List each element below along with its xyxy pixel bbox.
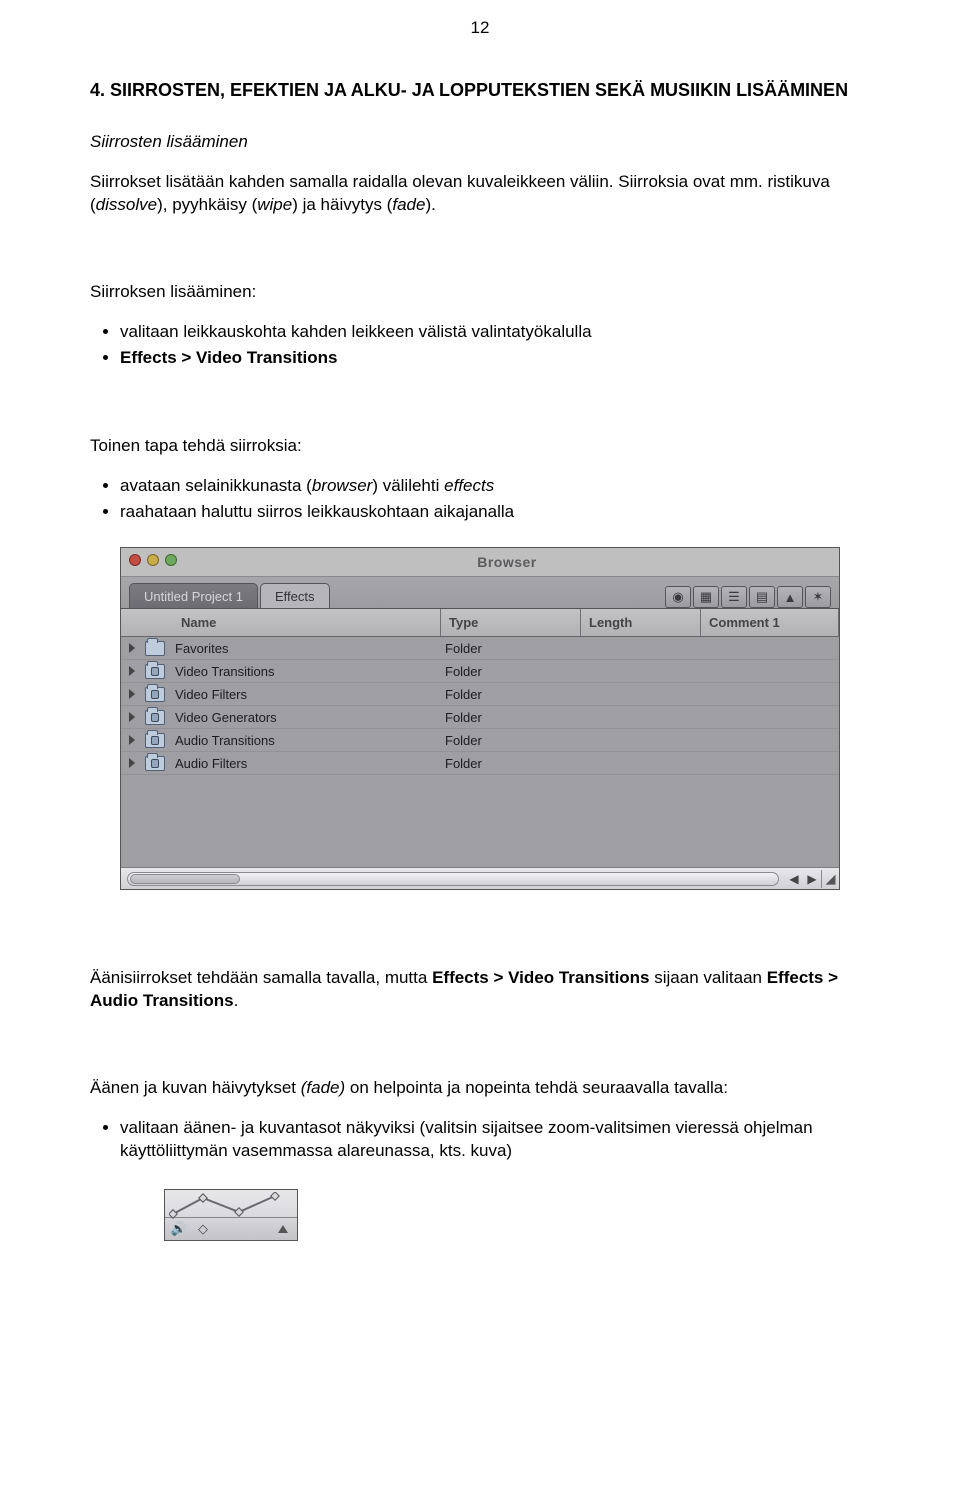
list-item: avataan selainikkunasta (browser) välile…	[120, 475, 870, 498]
row-name: Video Generators	[175, 710, 445, 725]
row-name: Audio Transitions	[175, 733, 445, 748]
subheading-3: Toinen tapa tehdä siirroksia:	[90, 435, 870, 458]
folder-icon	[145, 687, 165, 702]
lock-icon	[151, 759, 159, 768]
list-item: raahataan haluttu siirros leikkauskohtaa…	[120, 501, 870, 524]
column-comment[interactable]: Comment 1	[701, 609, 839, 636]
paragraph-fade: Äänen ja kuvan häivytykset (fade) on hel…	[90, 1077, 870, 1100]
page-number: 12	[471, 18, 490, 38]
row-type: Folder	[445, 641, 585, 656]
titlebar: Browser	[121, 548, 839, 577]
disclosure-icon[interactable]	[129, 643, 135, 653]
table-row[interactable]: Audio FiltersFolder	[121, 752, 839, 775]
grid-icon[interactable]: ▦	[693, 586, 719, 608]
list-item: valitaan leikkauskohta kahden leikkeen v…	[120, 321, 870, 344]
list-siirroksen: valitaan leikkauskohta kahden leikkeen v…	[120, 321, 870, 370]
keyframe-icon[interactable]: ◇	[195, 1221, 211, 1237]
table-row[interactable]: Video GeneratorsFolder	[121, 706, 839, 729]
panel-title: Browser	[183, 554, 831, 570]
scroll-right-icon[interactable]: ▶	[803, 871, 821, 887]
row-type: Folder	[445, 664, 585, 679]
tab-project[interactable]: Untitled Project 1	[129, 583, 258, 608]
row-type: Folder	[445, 756, 585, 771]
row-name: Audio Filters	[175, 756, 445, 771]
lock-icon	[151, 667, 159, 676]
table-row[interactable]: Video TransitionsFolder	[121, 660, 839, 683]
column-name[interactable]: Name	[121, 609, 441, 636]
paragraph-1: Siirrokset lisätään kahden samalla raida…	[90, 171, 870, 217]
zoom-toolbar: 🔊 ◇	[164, 1189, 298, 1241]
disclosure-icon[interactable]	[129, 666, 135, 676]
expand-icon[interactable]: ✶	[805, 586, 831, 608]
lock-icon	[151, 690, 159, 699]
table-row[interactable]: FavoritesFolder	[121, 637, 839, 660]
folder-icon	[145, 733, 165, 748]
speaker-icon[interactable]: 🔊	[171, 1221, 187, 1237]
disclosure-icon[interactable]	[129, 758, 135, 768]
scroll-left-icon[interactable]: ◀	[785, 871, 803, 887]
tab-effects[interactable]: Effects	[260, 583, 330, 608]
close-icon[interactable]	[129, 554, 141, 566]
folder-icon	[145, 664, 165, 679]
table-row[interactable]: Video FiltersFolder	[121, 683, 839, 706]
list-item: Effects > Video Transitions	[120, 347, 870, 370]
list-item: valitaan äänen- ja kuvantasot näkyviksi …	[120, 1117, 870, 1163]
column-type[interactable]: Type	[441, 609, 581, 636]
film-icon[interactable]: ▤	[749, 586, 775, 608]
heading-main: 4. SIIRROSTEN, EFEKTIEN JA ALKU- JA LOPP…	[90, 80, 870, 101]
row-type: Folder	[445, 687, 585, 702]
list-icon[interactable]: ☰	[721, 586, 747, 608]
paragraph-audio-transitions: Äänisiirrokset tehdään samalla tavalla, …	[90, 967, 870, 1013]
row-type: Folder	[445, 733, 585, 748]
zoom-popup-icon[interactable]	[275, 1221, 291, 1237]
column-header-row: Name Type Length Comment 1	[121, 609, 839, 637]
browser-panel: Browser Untitled Project 1 Effects ◉ ▦ ☰…	[120, 547, 840, 890]
lock-icon	[151, 736, 159, 745]
folder-icon	[145, 756, 165, 771]
list-toinen: avataan selainikkunasta (browser) välile…	[120, 475, 870, 524]
disclosure-icon[interactable]	[129, 712, 135, 722]
lock-icon	[151, 713, 159, 722]
table-row[interactable]: Audio TransitionsFolder	[121, 729, 839, 752]
keyframe-graph	[165, 1190, 297, 1218]
list-fade: valitaan äänen- ja kuvantasot näkyviksi …	[120, 1117, 870, 1163]
subheading-2: Siirroksen lisääminen:	[90, 281, 870, 304]
eye-icon[interactable]: ◉	[665, 586, 691, 608]
folder-icon	[145, 710, 165, 725]
subheading-1: Siirrosten lisääminen	[90, 131, 870, 154]
scrollbar[interactable]: ◀ ▶ ◢	[121, 867, 839, 889]
document-page: 12 4. SIIRROSTEN, EFEKTIEN JA ALKU- JA L…	[0, 0, 960, 1301]
row-name: Video Filters	[175, 687, 445, 702]
resize-icon[interactable]: ◢	[821, 870, 839, 888]
scroll-thumb[interactable]	[130, 874, 240, 884]
minimize-icon[interactable]	[147, 554, 159, 566]
row-name: Favorites	[175, 641, 445, 656]
disclosure-icon[interactable]	[129, 689, 135, 699]
tab-bar: Untitled Project 1 Effects ◉ ▦ ☰ ▤ ▲ ✶	[121, 577, 839, 609]
zoom-icon[interactable]	[165, 554, 177, 566]
bin-icon[interactable]: ▲	[777, 586, 803, 608]
browser-body: FavoritesFolderVideo TransitionsFolderVi…	[121, 637, 839, 867]
disclosure-icon[interactable]	[129, 735, 135, 745]
column-length[interactable]: Length	[581, 609, 701, 636]
row-type: Folder	[445, 710, 585, 725]
row-name: Video Transitions	[175, 664, 445, 679]
folder-icon	[145, 641, 165, 656]
